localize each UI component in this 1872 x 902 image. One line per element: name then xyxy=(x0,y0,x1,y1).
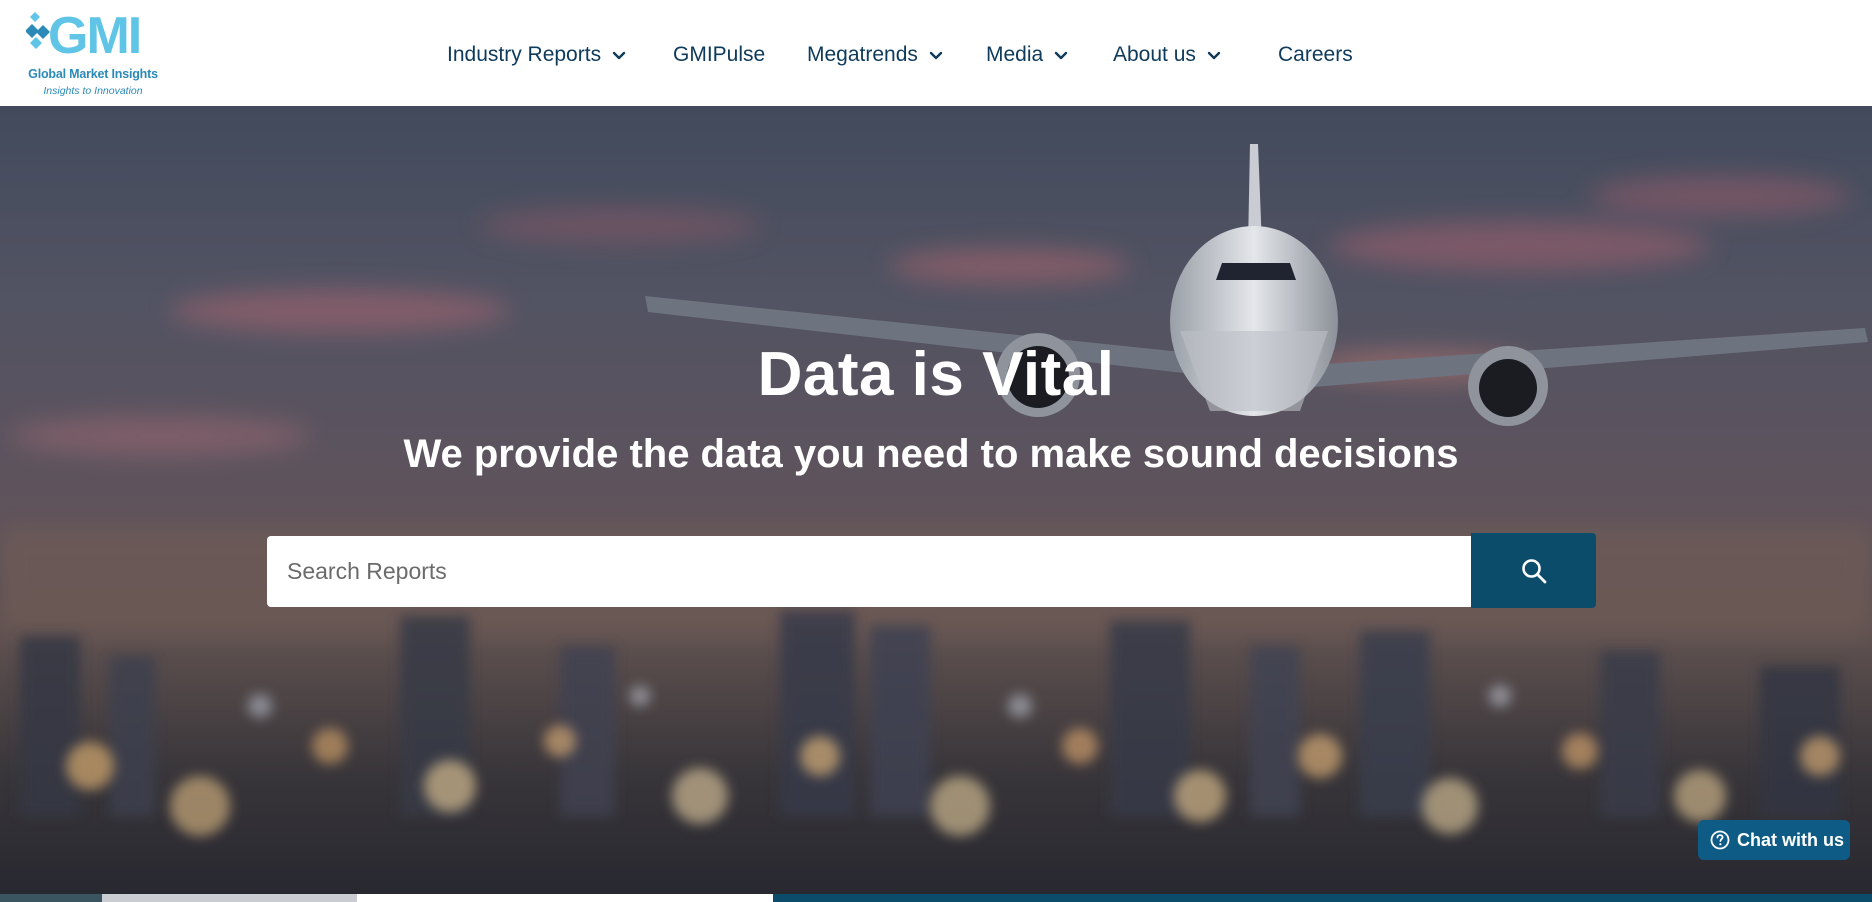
search-icon xyxy=(1521,558,1546,583)
nav-label: Media xyxy=(986,43,1044,66)
search-input[interactable] xyxy=(267,536,1471,607)
next-section-banner xyxy=(773,894,1872,902)
chevron-down-icon xyxy=(1207,51,1221,60)
hero-title: Data is Vital xyxy=(757,340,1115,409)
nav-label: Megatrends xyxy=(807,43,918,66)
chat-with-us-button[interactable]: Chat with us xyxy=(1698,820,1850,860)
nav-media[interactable]: Media xyxy=(986,40,1069,70)
nav-label: Careers xyxy=(1278,43,1353,66)
logo-tagline: Insights to Innovation xyxy=(43,85,143,97)
hero-background-image xyxy=(0,106,1872,894)
next-section-image-left xyxy=(0,894,102,902)
chat-label: Chat with us xyxy=(1737,829,1844,850)
chevron-down-icon xyxy=(929,51,943,60)
nav-label: GMIPulse xyxy=(673,43,766,66)
search-button[interactable] xyxy=(1471,533,1596,608)
next-section-image-middle xyxy=(102,894,357,902)
hero-section: Data is Vital We provide the data you ne… xyxy=(0,106,1872,894)
nav-industry-reports[interactable]: Industry Reports xyxy=(447,40,627,70)
logo-letters: GMI xyxy=(48,7,142,65)
help-circle-icon xyxy=(1710,830,1730,850)
nav-gmipulse[interactable]: GMIPulse xyxy=(673,40,765,70)
nav-label: Industry Reports xyxy=(447,43,602,66)
logo-company-name: Global Market Insights xyxy=(28,67,158,81)
nav-label: About us xyxy=(1113,43,1196,66)
search-bar xyxy=(267,536,1471,607)
nav-about-us[interactable]: About us xyxy=(1113,40,1222,70)
nav-careers[interactable]: Careers xyxy=(1278,40,1353,70)
site-header: GMI Global Market Insights Insights to I… xyxy=(0,0,1872,106)
hero-subtitle: We provide the data you need to make sou… xyxy=(403,432,1459,476)
chevron-down-icon xyxy=(612,51,626,60)
nav-megatrends[interactable]: Megatrends xyxy=(807,40,944,70)
next-section-panel xyxy=(357,894,773,902)
gmi-logo[interactable]: GMI Global Market Insights Insights to I… xyxy=(26,7,160,100)
chevron-down-icon xyxy=(1055,51,1068,60)
next-section-preview xyxy=(0,894,1872,902)
